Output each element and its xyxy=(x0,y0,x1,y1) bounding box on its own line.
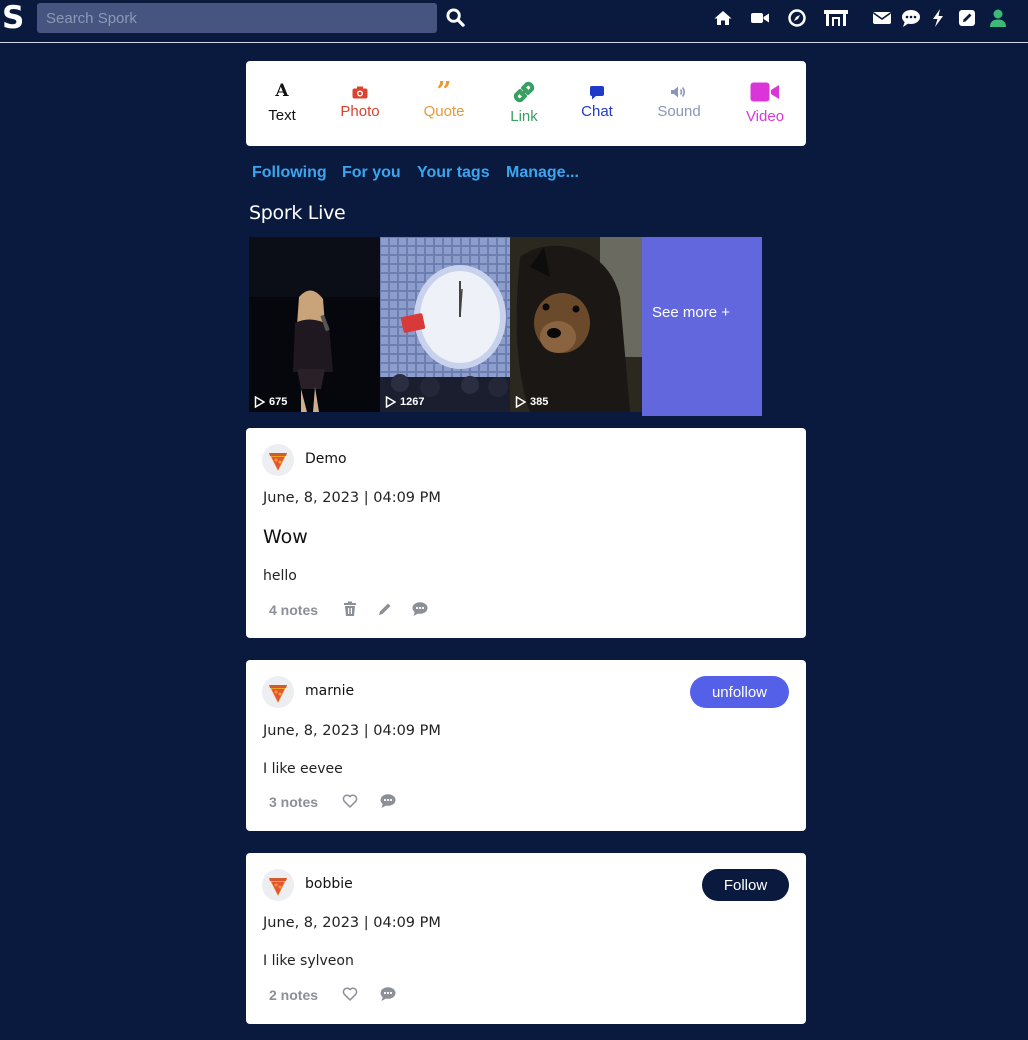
shop-icon[interactable] xyxy=(823,8,849,28)
post-notes-count[interactable]: 4 notes xyxy=(269,602,318,618)
home-icon[interactable] xyxy=(713,8,733,28)
chat-bubble-icon[interactable] xyxy=(901,8,921,28)
pizza-avatar-icon xyxy=(269,685,287,703)
follow-button[interactable]: Follow xyxy=(702,869,789,901)
chat-icon xyxy=(590,86,604,100)
post-type-label: Quote xyxy=(423,103,465,120)
post-notes-count[interactable]: 3 notes xyxy=(269,794,318,810)
live-video-tile[interactable]: 675 xyxy=(249,237,380,412)
edit-icon[interactable] xyxy=(957,8,977,28)
trash-icon[interactable] xyxy=(342,601,358,617)
post-card: marnie unfollow June, 8, 2023 | 04:09 PM… xyxy=(246,660,806,831)
heart-icon[interactable] xyxy=(342,793,358,809)
avatar[interactable] xyxy=(262,444,294,476)
live-thumbnail xyxy=(249,237,380,412)
post-body: hello xyxy=(263,568,297,584)
post-title: Wow xyxy=(263,526,308,548)
see-more-button[interactable]: See more + xyxy=(642,237,762,416)
spork-logo[interactable]: S xyxy=(2,1,24,35)
post-type-label: Chat xyxy=(581,103,613,120)
post-username[interactable]: bobbie xyxy=(305,876,353,892)
camera-icon xyxy=(352,86,368,99)
comment-icon[interactable] xyxy=(380,986,396,1002)
link-icon xyxy=(513,81,535,103)
post-type-photo[interactable]: Photo xyxy=(332,61,388,146)
tab-following[interactable]: Following xyxy=(252,164,327,182)
view-count-value: 675 xyxy=(269,396,288,408)
pizza-avatar-icon xyxy=(269,453,287,471)
post-type-video[interactable]: Video xyxy=(740,61,790,146)
post-date: June, 8, 2023 | 04:09 PM xyxy=(263,915,441,931)
post-type-quote[interactable]: ” Quote xyxy=(416,61,472,146)
post-body: I like eevee xyxy=(263,761,343,777)
post-type-label: Sound xyxy=(657,103,701,120)
tab-manage[interactable]: Manage... xyxy=(506,164,579,182)
lightning-icon[interactable] xyxy=(928,8,948,28)
video-camera-icon[interactable] xyxy=(750,8,770,28)
heart-icon[interactable] xyxy=(342,986,358,1002)
post-type-sound[interactable]: Sound xyxy=(651,61,707,146)
see-more-label: See more + xyxy=(652,304,730,321)
tab-your-tags[interactable]: Your tags xyxy=(417,164,490,182)
view-count: 675 xyxy=(254,396,287,408)
pencil-icon[interactable] xyxy=(377,601,393,617)
text-icon: A xyxy=(275,81,289,101)
post-type-text[interactable]: A Text xyxy=(258,61,306,146)
post-card: Demo June, 8, 2023 | 04:09 PM Wow hello … xyxy=(246,428,806,638)
post-type-label: Link xyxy=(510,108,538,125)
view-count-value: 385 xyxy=(530,396,549,408)
post-notes-count[interactable]: 2 notes xyxy=(269,987,318,1003)
post-date: June, 8, 2023 | 04:09 PM xyxy=(263,490,441,506)
search-input[interactable] xyxy=(37,3,437,33)
post-card: bobbie Follow June, 8, 2023 | 04:09 PM I… xyxy=(246,853,806,1024)
top-navigation-bar: S xyxy=(0,0,1028,43)
live-video-tile[interactable]: 385 xyxy=(510,237,642,412)
unfollow-button[interactable]: unfollow xyxy=(690,676,789,708)
view-count: 385 xyxy=(515,396,548,408)
mail-icon[interactable] xyxy=(872,8,892,28)
post-username[interactable]: Demo xyxy=(305,451,347,467)
post-type-chat[interactable]: Chat xyxy=(573,61,621,146)
spork-live-title: Spork Live xyxy=(249,202,346,224)
avatar[interactable] xyxy=(262,676,294,708)
post-type-label: Video xyxy=(745,108,785,125)
view-count: 1267 xyxy=(385,396,424,408)
live-thumbnail xyxy=(510,237,642,412)
compass-icon[interactable] xyxy=(787,8,807,28)
play-icon xyxy=(254,396,265,408)
live-video-tile[interactable]: 1267 xyxy=(380,237,510,412)
play-icon xyxy=(385,396,396,408)
post-body: I like sylveon xyxy=(263,953,354,969)
post-type-label: Photo xyxy=(340,103,380,120)
post-type-composer: A Text Photo ” Quote Link Chat Sound Vid… xyxy=(246,61,806,146)
comment-icon[interactable] xyxy=(380,793,396,809)
quote-icon: ” xyxy=(436,77,452,107)
post-date: June, 8, 2023 | 04:09 PM xyxy=(263,723,441,739)
comment-icon[interactable] xyxy=(412,601,428,617)
play-icon xyxy=(515,396,526,408)
view-count-value: 1267 xyxy=(400,396,425,408)
pizza-avatar-icon xyxy=(269,878,287,896)
live-thumbnail xyxy=(380,237,510,412)
avatar[interactable] xyxy=(262,869,294,901)
post-type-link[interactable]: Link xyxy=(500,61,548,146)
video-icon xyxy=(750,82,779,102)
search-icon[interactable] xyxy=(446,8,465,27)
speaker-icon xyxy=(671,86,686,98)
post-username[interactable]: marnie xyxy=(305,683,354,699)
post-type-label: Text xyxy=(268,107,296,124)
tab-for-you[interactable]: For you xyxy=(342,164,401,182)
user-icon[interactable] xyxy=(988,8,1008,28)
